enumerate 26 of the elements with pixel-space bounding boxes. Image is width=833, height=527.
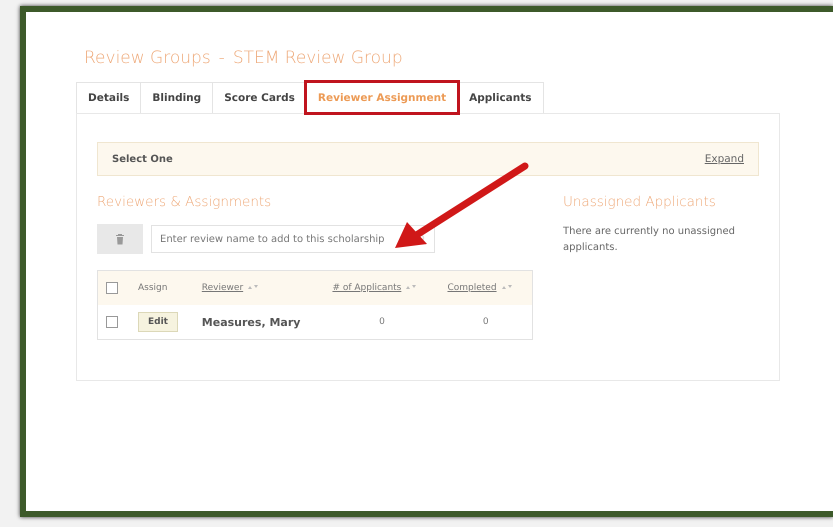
- edit-button[interactable]: Edit: [138, 312, 178, 332]
- column-header: Assign: [130, 270, 194, 305]
- table-cell: 0: [439, 305, 532, 340]
- section-heading: Reviewers & Assignments: [97, 194, 272, 210]
- sort-icon[interactable]: [247, 284, 260, 290]
- select-label: Select One: [112, 154, 173, 164]
- section-title: Review Groups: [84, 48, 211, 68]
- checkbox[interactable]: [106, 316, 118, 328]
- table-cell: Measures, Mary: [194, 305, 324, 340]
- checkbox[interactable]: [106, 282, 118, 294]
- tab[interactable]: Applicants: [457, 82, 544, 113]
- column-header[interactable]: # of Applicants: [324, 270, 440, 305]
- column-header[interactable]: Reviewer: [194, 270, 324, 305]
- title-separator: -: [218, 48, 225, 68]
- section-heading: Unassigned Applicants: [563, 194, 717, 210]
- delete-button[interactable]: [97, 224, 143, 254]
- empty-message: There are currently no unassigned applicants.: [563, 225, 736, 255]
- tab[interactable]: Details: [76, 82, 142, 113]
- column-header[interactable]: Completed: [439, 270, 532, 305]
- expand-link[interactable]: Expand: [704, 153, 744, 165]
- search-field[interactable]: Enter review name to add to this scholarship: [151, 225, 435, 253]
- group-title: STEM Review Group: [232, 48, 403, 68]
- table-cell: 0: [324, 305, 440, 340]
- sort-icon[interactable]: [405, 284, 418, 290]
- sort-icon[interactable]: [500, 284, 513, 290]
- trash-icon: [116, 234, 124, 244]
